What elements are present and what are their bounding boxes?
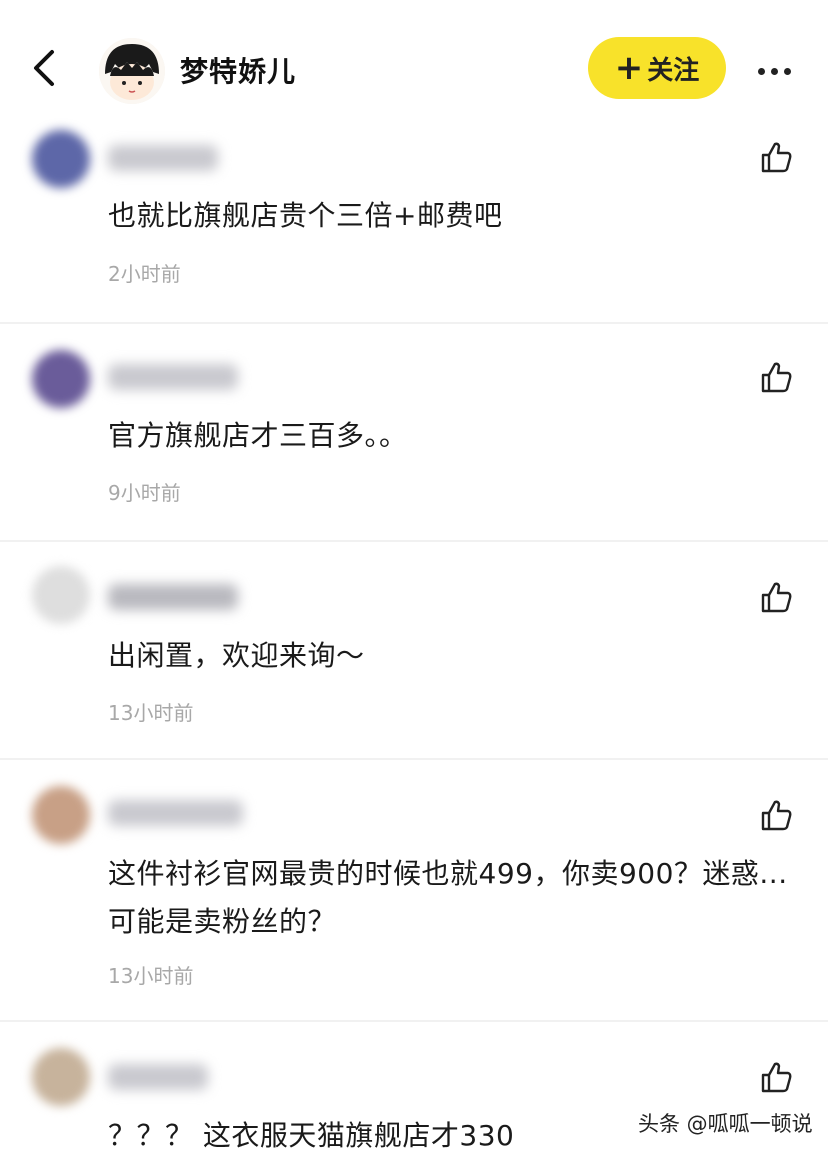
divider [0, 758, 828, 760]
thumbs-up-icon[interactable] [760, 140, 794, 174]
comment-text: 出闲置，欢迎来询～ [108, 639, 365, 672]
commenter-name-blurred[interactable] [108, 1064, 208, 1090]
divider [0, 322, 828, 324]
comment-time: 13小时前 [108, 964, 194, 988]
thumbs-up-icon[interactable] [760, 1060, 794, 1094]
commenter-avatar[interactable] [32, 786, 90, 844]
comment-text: 也就比旗舰店贵个三倍+邮费吧 [108, 199, 503, 232]
commenter-name-blurred[interactable] [108, 584, 238, 610]
commenter-avatar[interactable] [32, 130, 90, 188]
thumbs-up-icon[interactable] [760, 798, 794, 832]
comment-text: 官方旗舰店才三百多。。 [108, 419, 408, 452]
commenter-avatar[interactable] [32, 566, 90, 624]
divider [0, 540, 828, 542]
thumbs-up-icon[interactable] [760, 360, 794, 394]
back-icon[interactable] [30, 48, 60, 88]
commenter-avatar[interactable] [32, 1048, 90, 1106]
commenter-name-blurred[interactable] [108, 800, 243, 826]
comment-time: 2小时前 [108, 262, 181, 286]
commenter-name-blurred[interactable] [108, 145, 218, 171]
follow-button[interactable]: + 关注 [588, 37, 726, 99]
plus-icon: + [614, 48, 644, 88]
more-icon[interactable] [758, 60, 802, 76]
commenter-avatar[interactable] [32, 350, 90, 408]
author-avatar[interactable] [99, 38, 165, 104]
comment-time: 13小时前 [108, 701, 194, 725]
thumbs-up-icon[interactable] [760, 580, 794, 614]
comment-text: 这件衬衫官网最贵的时候也就499，你卖900？迷惑...可能是卖粉丝的？ [108, 857, 788, 938]
author-name[interactable]: 梦特娇儿 [180, 50, 296, 90]
top-bar: 梦特娇儿 + 关注 [0, 0, 828, 130]
commenter-name-blurred[interactable] [108, 364, 238, 390]
watermark: 头条 @呱呱一顿说 [638, 1112, 813, 1136]
comment-time: 9小时前 [108, 481, 181, 505]
follow-label: 关注 [647, 55, 700, 86]
divider [0, 1020, 828, 1022]
